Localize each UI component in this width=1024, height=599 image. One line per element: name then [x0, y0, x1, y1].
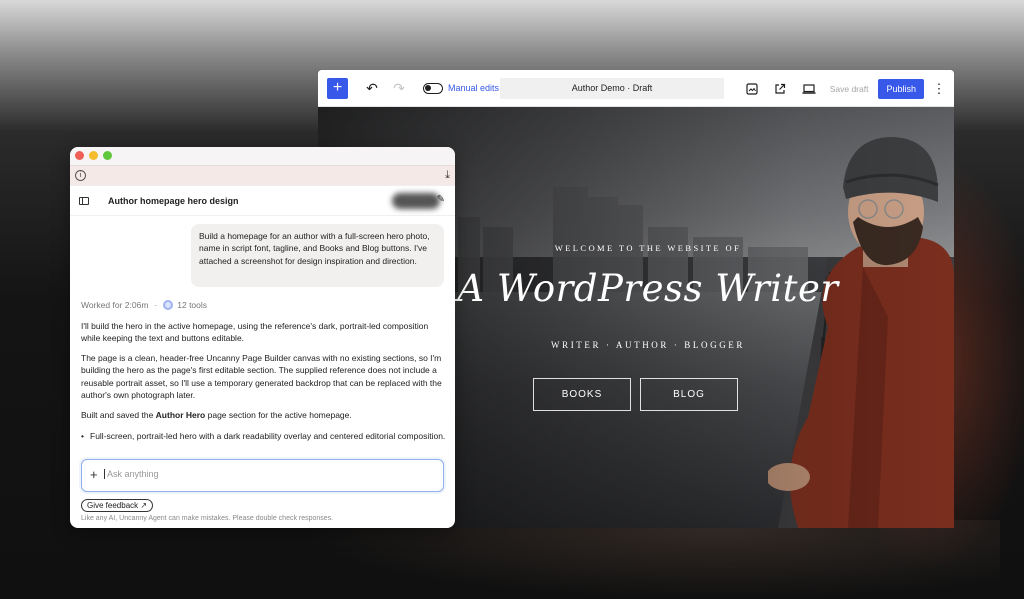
window-titlebar	[70, 147, 455, 165]
ask-anything-input[interactable]	[104, 469, 404, 479]
plus-icon[interactable]: +	[327, 77, 348, 99]
hero-tagline[interactable]: WRITER · AUTHOR · BLOGGER	[438, 340, 858, 350]
undo-icon[interactable]: ↶	[362, 80, 382, 97]
reply-paragraph-1: I'll build the hero in the active homepa…	[81, 321, 429, 344]
desktop-preview-icon[interactable]	[802, 83, 816, 95]
chat-input-box: +	[81, 459, 444, 492]
redo-icon[interactable]: ↷	[389, 80, 409, 97]
minimize-window-icon[interactable]	[89, 151, 98, 160]
hero-welcome-text[interactable]: WELCOME TO THE WEBSITE OF	[438, 243, 858, 253]
toolbar-right: Save draft Publish ⋮	[746, 70, 954, 107]
reply-paragraph-3: Built and saved the Author Hero page sec…	[81, 409, 446, 421]
tools-icon	[163, 300, 174, 310]
ai-disclaimer: Like any AI, Uncanny Agent can make mist…	[81, 515, 334, 522]
tools-count[interactable]: 12 tools	[177, 300, 207, 310]
window-address-bar: i ⤓	[70, 165, 455, 186]
reply-p3-prefix: Built and saved the	[81, 410, 156, 420]
background-glow-bottom	[300, 520, 1000, 599]
hero-author-name[interactable]: A WordPress Writer	[438, 267, 858, 310]
manual-edits-label[interactable]: Manual edits	[448, 83, 499, 93]
maximize-window-icon[interactable]	[103, 151, 112, 160]
info-icon[interactable]: i	[75, 170, 86, 181]
manual-edits-toggle[interactable]	[423, 82, 443, 94]
chat-header: Author homepage hero design ✎	[70, 186, 455, 216]
external-link-icon: ↗	[140, 501, 148, 510]
editor-toolbar: + ↶ ↷ Manual edits Author Demo · Draft S…	[318, 70, 954, 107]
close-window-icon[interactable]	[75, 151, 84, 160]
worked-for-text: Worked for 2:06m	[81, 300, 149, 310]
give-feedback-button[interactable]: Give feedback ↗	[81, 499, 154, 512]
agent-chat-window: i ⤓ Author homepage hero design ✎ Build …	[70, 147, 455, 528]
reply-p3-bold: Author Hero	[155, 410, 206, 420]
meta-separator: ·	[154, 300, 158, 310]
more-options-icon[interactable]: ⋮	[924, 81, 954, 97]
reply-bullet: Full-screen, portrait-led hero with a da…	[81, 430, 446, 443]
download-icon[interactable]: ⤓	[445, 169, 450, 182]
reply-p3-suffix: page section for the active homepage.	[205, 410, 352, 420]
user-message: Build a homepage for an author with a fu…	[191, 224, 444, 287]
image-icon[interactable]	[746, 82, 758, 95]
publish-button[interactable]: Publish	[878, 78, 924, 99]
worked-meta: Worked for 2:06m · 12 tools	[81, 300, 207, 310]
edit-icon[interactable]: ✎	[437, 194, 445, 205]
external-link-icon[interactable]	[774, 83, 786, 95]
save-draft-button[interactable]: Save draft	[830, 84, 869, 94]
sidebar-toggle-icon[interactable]	[79, 197, 89, 205]
avatar	[392, 193, 440, 209]
plus-icon[interactable]: +	[90, 467, 98, 482]
blog-button[interactable]: BLOG	[640, 378, 738, 411]
books-button[interactable]: BOOKS	[533, 378, 631, 411]
chat-title: Author homepage hero design	[108, 196, 239, 206]
give-feedback-label: Give feedback	[87, 501, 139, 510]
document-title[interactable]: Author Demo · Draft	[500, 78, 724, 99]
reply-paragraph-2: The page is a clean, header-free Uncanny…	[81, 353, 442, 400]
